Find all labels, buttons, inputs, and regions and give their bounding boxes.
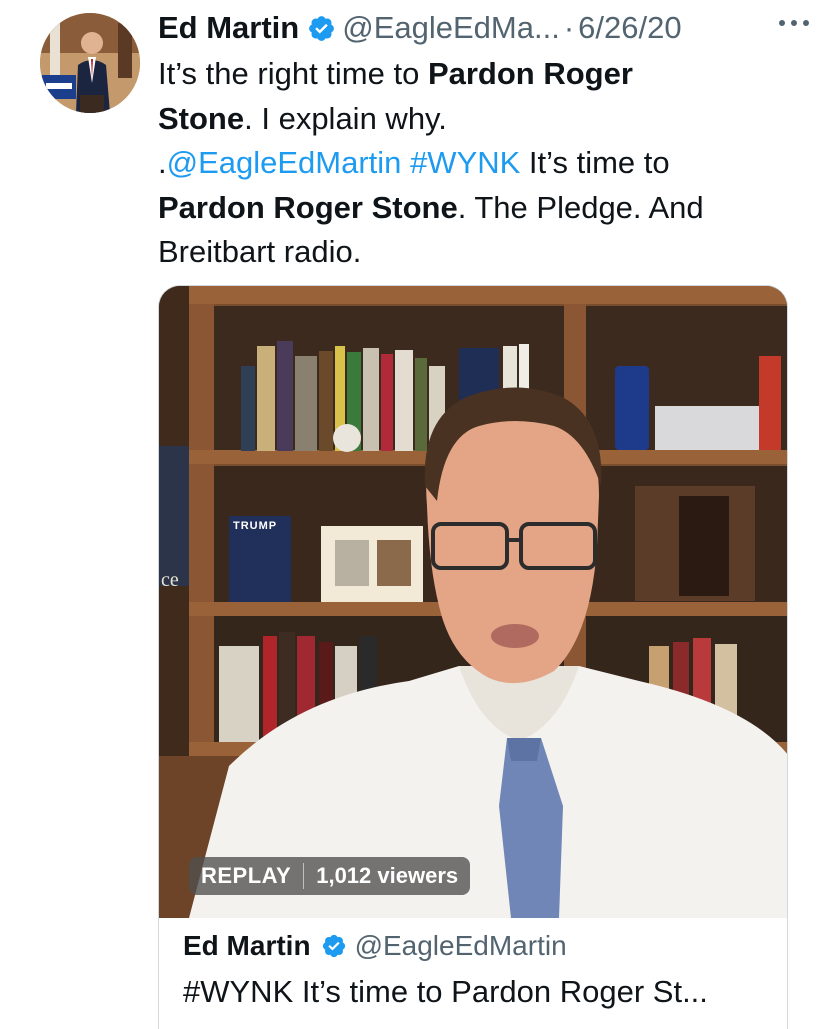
- author-name[interactable]: Ed Martin: [158, 10, 299, 46]
- more-horizontal-icon[interactable]: [774, 8, 814, 38]
- tweet-text: It’s the right time to Pardon Roger Ston…: [158, 52, 798, 275]
- verified-badge-icon: [307, 14, 336, 43]
- replay-label: REPLAY: [201, 863, 292, 888]
- author-handle[interactable]: @EagleEdMa...: [342, 10, 560, 46]
- card-footer[interactable]: Ed Martin @EagleEdMartin #WYNK It’s time…: [159, 918, 787, 1029]
- verified-badge-icon: [321, 933, 347, 959]
- card-title: #WYNK It’s time to Pardon Roger St...: [183, 974, 708, 1009]
- tweet-text-line: It’s the right time to Pardon Roger: [158, 52, 798, 97]
- text-span: .: [158, 145, 167, 180]
- mention-link[interactable]: @EagleEdMartin: [167, 145, 402, 180]
- tweet-header: Ed Martin @EagleEdMa... · 6/26/20: [158, 6, 798, 50]
- book-cover-label: TRUMP: [233, 520, 278, 532]
- card-author-handle: @EagleEdMartin: [354, 930, 567, 961]
- text-span: Breitbart radio.: [158, 234, 362, 269]
- text-span: It’s the right time to: [158, 56, 428, 91]
- text-span-bold: Pardon Roger: [427, 56, 633, 91]
- text-span-bold: Stone: [158, 100, 245, 136]
- tweet-text-line: .@EagleEdMartin #WYNK It’s time to: [158, 141, 798, 186]
- avatar-photo: [40, 13, 140, 113]
- text-span: . I explain why.: [244, 100, 447, 136]
- text-span: [401, 145, 410, 180]
- tweet-text-line: Stone. I explain why.: [158, 97, 798, 142]
- tweet-text-line: Pardon Roger Stone. The Pledge. And: [158, 186, 798, 231]
- video-thumbnail[interactable]: TRUMP ce REPLAY 1,012 viewers: [159, 286, 787, 918]
- shelf-text-fragment: ce: [161, 569, 179, 591]
- video-frame: [159, 286, 787, 918]
- text-span-bold: Pardon Roger Stone: [158, 189, 458, 225]
- tweet-date[interactable]: 6/26/20: [578, 10, 681, 46]
- text-span: It’s time to: [520, 145, 670, 180]
- card-author-name: Ed Martin: [183, 930, 311, 961]
- text-span: . The Pledge. And: [457, 189, 704, 225]
- card-author: Ed Martin @EagleEdMartin: [183, 930, 567, 962]
- hashtag-link[interactable]: #WYNK: [410, 145, 520, 180]
- tweet-text-line: Breitbart radio.: [158, 230, 798, 275]
- video-card[interactable]: TRUMP ce REPLAY 1,012 viewers Ed Martin …: [158, 285, 788, 1029]
- replay-viewers-badge: REPLAY 1,012 viewers: [189, 857, 471, 895]
- header-separator: ·: [563, 10, 575, 45]
- viewers-count: 1,012 viewers: [316, 863, 459, 888]
- avatar[interactable]: [40, 13, 140, 113]
